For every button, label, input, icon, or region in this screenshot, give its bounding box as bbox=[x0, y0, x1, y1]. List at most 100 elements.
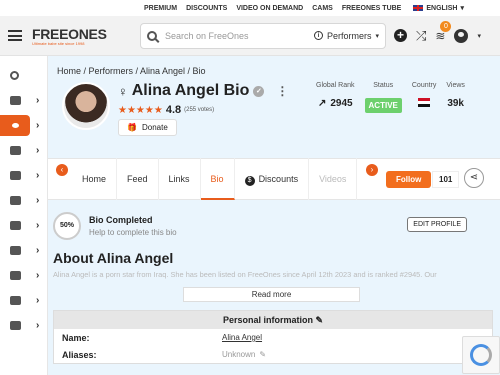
read-more-button[interactable]: Read more bbox=[183, 287, 360, 302]
chat-icon bbox=[10, 296, 21, 305]
chevron-down-icon: ▾ bbox=[375, 32, 379, 40]
sidebar-item-search[interactable] bbox=[0, 63, 47, 88]
tab-discounts[interactable]: $ Discounts bbox=[235, 158, 310, 200]
donate-button[interactable]: 🎁 Donate bbox=[118, 119, 177, 136]
name-value-link[interactable]: Alina Angel bbox=[222, 333, 262, 342]
stat-country: Country bbox=[411, 82, 437, 113]
search-icon[interactable] bbox=[147, 30, 157, 41]
logo-text: FREEONES bbox=[32, 25, 107, 42]
sidebar-item-cams[interactable]: › bbox=[0, 213, 47, 238]
topnav-discounts[interactable]: DISCOUNTS bbox=[186, 5, 227, 12]
chevron-down-icon[interactable]: ▾ bbox=[477, 32, 481, 40]
completion-percent: 50% bbox=[53, 212, 81, 240]
topnav-vod[interactable]: VIDEO ON DEMAND bbox=[236, 5, 303, 12]
sidebar: › › › › › › › › › › bbox=[0, 56, 48, 375]
sidebar-item-chat[interactable]: › bbox=[0, 288, 47, 313]
chevron-right-icon: › bbox=[36, 195, 40, 206]
tab-videos[interactable]: Videos bbox=[309, 158, 358, 200]
logo[interactable]: FREEONES Ultimate babe site since 1998 bbox=[32, 25, 107, 46]
table-row: Aliases: Unknown ✎ bbox=[54, 346, 492, 363]
views-label: Views bbox=[446, 82, 465, 89]
tab-bio[interactable]: Bio bbox=[200, 158, 235, 200]
verified-icon: ✓ bbox=[253, 85, 265, 97]
about-text: Alina Angel is a porn star from Iraq. Sh… bbox=[53, 270, 437, 279]
chevron-right-icon: › bbox=[36, 220, 40, 231]
top-nav: PREMIUM DISCOUNTS VIDEO ON DEMAND CAMS F… bbox=[0, 0, 500, 16]
topnav-tube[interactable]: FREEONES TUBE bbox=[342, 5, 402, 12]
gamepad-icon bbox=[10, 271, 21, 280]
stat-status: Status ACTIVE bbox=[364, 82, 402, 113]
rating-value: 4.8 bbox=[165, 104, 182, 116]
sidebar-item-shop[interactable]: › bbox=[0, 238, 47, 263]
shuffle-icon[interactable]: ⤮ bbox=[416, 28, 426, 44]
search-category-label: Performers bbox=[326, 30, 372, 41]
personal-info-card: Personal information ✎ Name: Alina Angel… bbox=[53, 310, 493, 364]
views-value: 39k bbox=[447, 98, 464, 109]
profile-stats: Global Rank ↗ 2945 Status ACTIVE Country … bbox=[316, 82, 475, 113]
main-header: FREEONES Ultimate babe site since 1998 S… bbox=[0, 16, 500, 56]
global-rank-value: 2945 bbox=[330, 98, 353, 109]
tabs-scroll-left-icon[interactable]: ‹ bbox=[56, 164, 68, 176]
page-title: ♀ Alina Angel Bio ✓ ⋮ bbox=[118, 82, 318, 100]
edit-pencil-icon[interactable]: ✎ bbox=[315, 315, 323, 325]
chevron-down-icon: ▾ bbox=[460, 5, 464, 12]
menu-icon[interactable] bbox=[8, 30, 22, 41]
stat-global-rank: Global Rank ↗ 2945 bbox=[316, 82, 355, 113]
avatar[interactable] bbox=[62, 82, 110, 130]
topnav-cams[interactable]: CAMS bbox=[312, 5, 333, 12]
sidebar-item-links[interactable]: › bbox=[0, 188, 47, 213]
video-icon bbox=[10, 171, 21, 180]
gift-icon: 🎁 bbox=[127, 123, 137, 132]
shop-icon bbox=[10, 246, 21, 255]
follower-count: 101 bbox=[432, 171, 460, 188]
chevron-right-icon: › bbox=[36, 245, 40, 256]
sidebar-item-videos[interactable]: › bbox=[0, 163, 47, 188]
chevron-right-icon: › bbox=[36, 270, 40, 281]
camera-icon bbox=[10, 221, 21, 230]
search-input[interactable]: Search on FreeOnes bbox=[165, 31, 314, 41]
aliases-value: Unknown bbox=[222, 350, 256, 359]
chevron-right-icon: › bbox=[36, 295, 40, 306]
profile-tabs: ‹ Home Feed Links Bio $ Discounts Videos … bbox=[48, 158, 500, 200]
user-avatar-icon[interactable] bbox=[454, 28, 469, 43]
chevron-right-icon: › bbox=[36, 170, 40, 181]
sidebar-item-premium[interactable]: › bbox=[0, 313, 47, 338]
profile-header: ♀ Alina Angel Bio ✓ ⋮ ★★★★★ 4.8 (255 vot… bbox=[48, 78, 500, 142]
coins-icon[interactable]: ≋ 0 bbox=[435, 20, 452, 43]
new-icon bbox=[10, 96, 21, 105]
global-rank-label: Global Rank bbox=[316, 82, 355, 89]
bio-completed-subtitle: Help to complete this bio bbox=[89, 228, 177, 237]
search-bar: Search on FreeOnes i Performers ▾ bbox=[140, 22, 386, 49]
breadcrumb[interactable]: Home / Performers / Alina Angel / Bio bbox=[48, 56, 500, 78]
follow-button[interactable]: Follow bbox=[386, 171, 432, 188]
edit-pencil-icon[interactable]: ✎ bbox=[259, 350, 266, 359]
share-icon[interactable]: ⋖ bbox=[464, 168, 484, 188]
search-category-select[interactable]: i Performers ▾ bbox=[313, 30, 379, 41]
more-options-icon[interactable]: ⋮ bbox=[276, 84, 288, 98]
sidebar-item-new[interactable]: › bbox=[0, 88, 47, 113]
rating-votes: (255 votes) bbox=[184, 107, 215, 113]
chevron-right-icon: › bbox=[36, 145, 40, 156]
personal-info-title: Personal information bbox=[222, 315, 313, 325]
star-rating-icon: ★★★★★ bbox=[118, 104, 163, 116]
topnav-premium[interactable]: PREMIUM bbox=[144, 5, 177, 12]
add-icon[interactable]: + bbox=[394, 29, 407, 42]
tabs-scroll-right-icon[interactable]: › bbox=[366, 164, 378, 176]
bio-completion: 50% Bio Completed Help to complete this … bbox=[53, 212, 467, 240]
dollar-icon: $ bbox=[244, 176, 255, 186]
search-icon bbox=[10, 71, 19, 80]
diamond-icon bbox=[10, 321, 21, 330]
tab-links[interactable]: Links bbox=[159, 158, 201, 200]
chevron-right-icon: › bbox=[36, 320, 40, 331]
sidebar-item-photos[interactable]: › bbox=[0, 138, 47, 163]
recaptcha-badge[interactable] bbox=[462, 336, 500, 374]
sidebar-item-games[interactable]: › bbox=[0, 263, 47, 288]
tab-home[interactable]: Home bbox=[72, 158, 118, 200]
sidebar-item-performers[interactable]: › bbox=[0, 113, 47, 138]
tab-feed[interactable]: Feed bbox=[117, 158, 159, 200]
language-selector[interactable]: ENGLISH ▾ bbox=[413, 4, 464, 12]
country-label: Country bbox=[411, 82, 437, 89]
rating[interactable]: ★★★★★ 4.8 (255 votes) bbox=[118, 104, 318, 116]
edit-profile-button[interactable]: EDIT PROFILE bbox=[407, 217, 467, 232]
stat-views: Views 39k bbox=[446, 82, 465, 113]
